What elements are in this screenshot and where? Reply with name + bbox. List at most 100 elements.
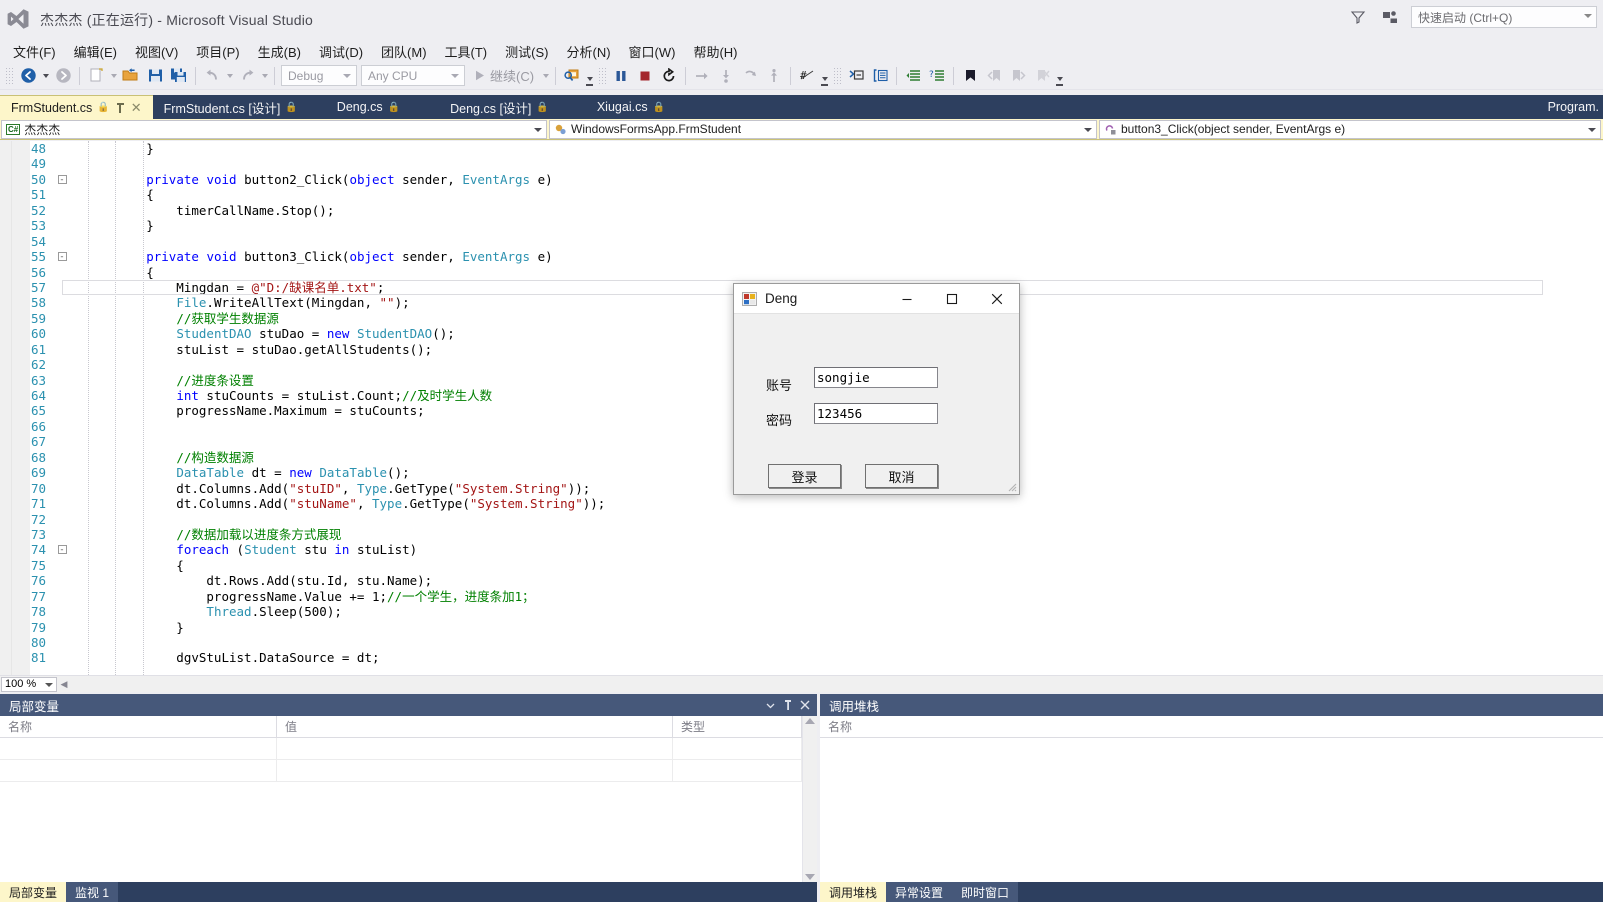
code-line[interactable]: 53 }	[0, 218, 1603, 233]
menu-item-build[interactable]: 生成(B)	[249, 40, 310, 63]
step-over-icon[interactable]	[690, 64, 714, 88]
code-line[interactable]: 77 progressName.Value += 1;//一个学生，进度条加1；	[0, 589, 1603, 604]
redo-icon[interactable]	[235, 64, 259, 88]
panel-pin-icon[interactable]	[779, 696, 796, 714]
panel-tab-locals[interactable]: 局部变量	[0, 882, 67, 902]
fold-collapse-icon[interactable]: -	[52, 172, 72, 187]
menu-item-view[interactable]: 视图(V)	[126, 40, 187, 63]
menu-item-file[interactable]: 文件(F)	[4, 40, 65, 63]
tab-xiugai-cs[interactable]: Xiugai.cs 🔒	[571, 95, 691, 119]
type-selector[interactable]: WindowsFormsApp.FrmStudent	[549, 119, 1097, 139]
toolbar-grip[interactable]	[5, 66, 13, 85]
toolbar-overflow-button[interactable]	[819, 65, 830, 87]
continue-dropdown[interactable]	[540, 64, 551, 88]
locals-vertical-scrollbar[interactable]	[802, 716, 817, 882]
panel-close-icon[interactable]	[796, 696, 813, 714]
column-header-name[interactable]: 名称	[820, 716, 1603, 737]
new-project-dropdown[interactable]	[108, 64, 119, 88]
code-line[interactable]: 81 dgvStuList.DataSource = dt;	[0, 650, 1603, 665]
new-project-icon[interactable]	[84, 64, 108, 88]
column-header-name[interactable]: 名称	[0, 716, 277, 737]
restart-icon[interactable]	[657, 64, 681, 88]
cancel-button[interactable]: 取消	[865, 464, 938, 488]
continue-button[interactable]: 继续(C)	[467, 64, 540, 88]
next-bookmark-icon[interactable]	[1006, 64, 1030, 88]
close-icon[interactable]: ✕	[131, 101, 142, 114]
code-line[interactable]: 56 {	[0, 265, 1603, 280]
open-file-icon[interactable]	[119, 64, 143, 88]
code-line[interactable]: 76 dt.Rows.Add(stu.Id, stu.Name);	[0, 573, 1603, 588]
panel-menu-dropdown-icon[interactable]	[762, 696, 779, 714]
code-line[interactable]: 75 {	[0, 558, 1603, 573]
hex-display-icon[interactable]: #	[795, 64, 819, 88]
toolbar-overflow-button[interactable]	[584, 65, 595, 87]
navigate-forward-icon[interactable]	[51, 64, 75, 88]
code-line[interactable]: 74- foreach (Student stu in stuList)	[0, 542, 1603, 557]
login-button[interactable]: 登录	[768, 464, 841, 488]
column-header-value[interactable]: 值	[277, 716, 673, 737]
tab-frmstudent-cs-design[interactable]: FrmStudent.cs [设计] 🔒	[153, 95, 309, 119]
pin-icon[interactable]	[115, 102, 126, 114]
toolbar-grip[interactable]	[833, 66, 842, 85]
dialog-minimize-button[interactable]	[884, 284, 929, 314]
dialog-title-bar[interactable]: Deng	[734, 284, 1019, 314]
login-dialog[interactable]: Deng 账号 songjie 密码 123456 登录 取消	[733, 283, 1020, 495]
code-line[interactable]: 73 //数据加载以进度条方式展现	[0, 527, 1603, 542]
bookmark-icon[interactable]	[958, 64, 982, 88]
code-line[interactable]: 50- private void button2_Click(object se…	[0, 172, 1603, 187]
notifications-icon[interactable]	[1379, 6, 1401, 28]
step-out-icon[interactable]	[738, 64, 762, 88]
toolbar-overflow-button[interactable]	[1054, 65, 1065, 87]
password-input[interactable]: 123456	[814, 403, 938, 424]
menu-item-tools[interactable]: 工具(T)	[436, 40, 497, 63]
pause-icon[interactable]	[609, 64, 633, 88]
undo-dropdown[interactable]	[224, 64, 235, 88]
tab-frmstudent-cs[interactable]: FrmStudent.cs 🔒 ✕	[0, 95, 153, 119]
dialog-close-button[interactable]	[974, 284, 1019, 314]
menu-item-debug[interactable]: 调试(D)	[310, 40, 372, 63]
navigate-back-icon[interactable]	[16, 64, 40, 88]
save-all-icon[interactable]	[167, 64, 191, 88]
tab-overflow-label[interactable]: Program.	[1548, 95, 1603, 119]
redo-dropdown[interactable]	[259, 64, 270, 88]
table-row[interactable]	[0, 738, 802, 760]
code-line[interactable]: 78 Thread.Sleep(500);	[0, 604, 1603, 619]
zoom-level-select[interactable]: 100 %	[1, 676, 57, 692]
solution-platform-select[interactable]: Any CPU	[361, 65, 465, 86]
resize-grip-icon[interactable]	[1005, 480, 1017, 492]
increase-indent-icon[interactable]: ?	[925, 64, 949, 88]
menu-item-edit[interactable]: 编辑(E)	[65, 40, 126, 63]
panel-tab-watch1[interactable]: 监视 1	[66, 882, 119, 902]
code-line[interactable]: 71 dt.Columns.Add("stuName", Type.GetTyp…	[0, 496, 1603, 511]
account-input[interactable]: songjie	[814, 367, 938, 388]
navigate-back-dropdown[interactable]	[40, 64, 51, 88]
menu-item-test[interactable]: 测试(S)	[496, 40, 557, 63]
code-line[interactable]: 79 }	[0, 620, 1603, 635]
table-row[interactable]	[0, 760, 802, 782]
panel-tab-callstack[interactable]: 调用堆栈	[820, 882, 887, 902]
locals-grid-body[interactable]	[0, 738, 802, 882]
feedback-icon[interactable]	[1347, 6, 1369, 28]
clear-bookmarks-icon[interactable]	[1030, 64, 1054, 88]
panel-tab-exceptions[interactable]: 异常设置	[886, 882, 953, 902]
uncomment-icon[interactable]	[868, 64, 892, 88]
code-line[interactable]: 48 }	[0, 141, 1603, 156]
menu-item-window[interactable]: 窗口(W)	[620, 40, 685, 63]
code-line[interactable]: 55- private void button3_Click(object se…	[0, 249, 1603, 264]
hscroll-left-arrow[interactable]: ◀	[57, 677, 71, 692]
code-line[interactable]: 51 {	[0, 187, 1603, 202]
menu-item-project[interactable]: 项目(P)	[187, 40, 248, 63]
undo-icon[interactable]	[200, 64, 224, 88]
column-header-type[interactable]: 类型	[673, 716, 802, 737]
fold-collapse-icon[interactable]: -	[52, 542, 72, 557]
code-line[interactable]: 72	[0, 512, 1603, 527]
tab-deng-cs-design[interactable]: Deng.cs [设计] 🔒	[428, 95, 571, 119]
callstack-grid-body[interactable]	[820, 738, 1603, 882]
menu-item-team[interactable]: 团队(M)	[372, 40, 436, 63]
scroll-up-arrow-icon[interactable]	[805, 718, 815, 724]
member-selector[interactable]: button3_Click(object sender, EventArgs e…	[1099, 119, 1601, 139]
quick-launch-input[interactable]: 快速启动 (Ctrl+Q)	[1411, 6, 1597, 28]
panel-tab-immediate[interactable]: 即时窗口	[952, 882, 1019, 902]
code-line[interactable]: 52 timerCallName.Stop();	[0, 203, 1603, 218]
menu-item-help[interactable]: 帮助(H)	[684, 40, 746, 63]
